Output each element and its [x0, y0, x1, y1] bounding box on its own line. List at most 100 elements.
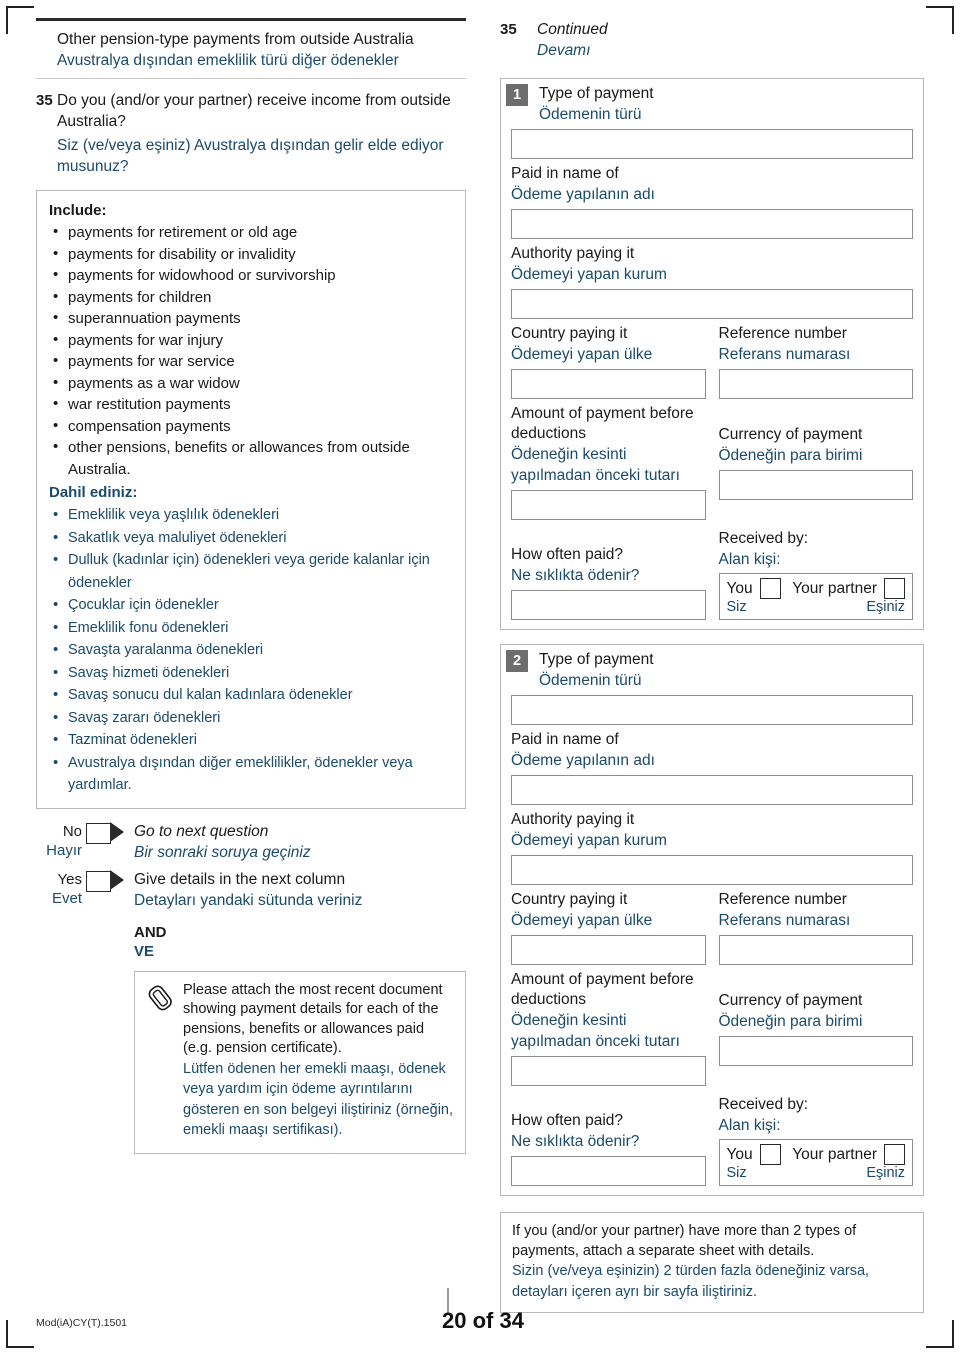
received-by-you-label-tr: Siz: [726, 599, 747, 615]
checkbox-no[interactable]: [86, 822, 111, 844]
received-by-label-tr: Alan kişi:: [718, 1117, 781, 1134]
type-of-payment-input[interactable]: [511, 695, 913, 725]
list-item: Savaş sonucu dul kalan kadınlara ödenekl…: [49, 684, 453, 707]
authority-paying-it-label-en: Authority paying it: [511, 245, 635, 262]
country-reference-row: Country paying it Ödemeyi yapan ülke Ref…: [501, 324, 923, 399]
list-item: payments for disability or invalidity: [49, 243, 453, 266]
type-of-payment-label: Type of payment Ödemenin türü: [528, 650, 654, 691]
answer-no-action-en: Go to next question: [134, 822, 269, 840]
currency-of-payment-input[interactable]: [718, 1036, 913, 1066]
received-by-label-en: Received by:: [718, 530, 809, 547]
continued-label-tr: Devamı: [537, 42, 591, 59]
checkbox-yes[interactable]: [86, 870, 111, 892]
received-by-checkbox-row: You Your partner: [726, 1144, 905, 1165]
continued-header: 35 Continued Devamı: [500, 20, 924, 61]
question-number: 35: [36, 92, 53, 109]
received-by-label-tr: Alan kişi:: [718, 551, 781, 568]
received-by-label-en: Received by:: [718, 1096, 809, 1113]
list-item: payments for war service: [49, 350, 453, 373]
amount-before-deductions-label-tr: Ödeneğin kesinti yapılmadan önceki tutar…: [511, 1012, 680, 1050]
how-often-paid-label-tr: Ne sıklıkta ödenir?: [511, 567, 640, 584]
block-number-badge: 1: [506, 84, 528, 106]
how-often-paid-label: How often paid? Ne sıklıkta ödenir?: [511, 545, 706, 586]
payment-block-1: 1 Type of payment Ödemenin türü Paid in …: [500, 78, 924, 630]
include-list-en: payments for retirement or old age payme…: [49, 221, 453, 480]
form-code: Mod(iA)CY(T).1501: [36, 1317, 128, 1329]
country-paying-it-input[interactable]: [511, 935, 706, 965]
received-by-field-wrap: Received by: Alan kişi: You Your partner: [718, 1095, 913, 1186]
how-often-paid-field-wrap: How often paid? Ne sıklıkta ödenir?: [511, 545, 706, 620]
country-paying-it-label-tr: Ödemeyi yapan ülke: [511, 912, 653, 929]
amount-before-deductions-input[interactable]: [511, 490, 706, 520]
how-often-paid-label-en: How often paid?: [511, 546, 624, 563]
currency-of-payment-input[interactable]: [718, 470, 913, 500]
checkbox-received-by-you[interactable]: [759, 1144, 781, 1165]
authority-paying-it-input[interactable]: [511, 855, 913, 885]
continued-question-number: 35: [500, 21, 517, 38]
received-by-partner: Your partner: [792, 1144, 905, 1165]
right-column: 35 Continued Devamı 1 Type of payment Öd…: [500, 20, 924, 1313]
form-page: Other pension-type payments from outside…: [0, 0, 960, 1354]
reference-number-input[interactable]: [718, 935, 913, 965]
paid-in-name-of-input[interactable]: [511, 775, 913, 805]
checkbox-received-by-you[interactable]: [759, 578, 781, 599]
country-paying-it-input[interactable]: [511, 369, 706, 399]
answer-option-no: No Hayır Go to next question Bir sonraki…: [46, 821, 466, 868]
received-by-partner-label-tr: Eşiniz: [866, 599, 905, 615]
paperclip-icon: [148, 985, 172, 1010]
amount-before-deductions-field-wrap: Amount of payment before deductions Öden…: [511, 970, 706, 1086]
authority-paying-it-label-tr: Ödemeyi yapan kurum: [511, 832, 667, 849]
list-item: Çocuklar için ödenekler: [49, 594, 453, 617]
country-paying-it-label-en: Country paying it: [511, 891, 628, 908]
type-of-payment-label-en: Type of payment: [539, 85, 654, 102]
more-than-2-note-box: If you (and/or your partner) have more t…: [500, 1212, 924, 1313]
answer-yes-action-tr: Detayları yandaki sütunda veriniz: [134, 891, 363, 909]
checkbox-received-by-partner[interactable]: [884, 1144, 905, 1165]
checkbox-received-by-partner[interactable]: [884, 578, 905, 599]
attachment-note-inner: Please attach the most recent document s…: [145, 981, 455, 1141]
paid-in-name-of-label-en: Paid in name of: [511, 165, 619, 182]
include-box: Include: payments for retirement or old …: [36, 190, 466, 809]
include-list-tr: Emeklilik veya yaşlılık ödenekleri Sakat…: [49, 504, 453, 797]
question-35: 35 Do you (and/or your partner) receive …: [36, 90, 466, 177]
list-item: compensation payments: [49, 415, 453, 438]
type-of-payment-field-wrap: [501, 695, 923, 725]
frequency-received-row: How often paid? Ne sıklıkta ödenir? Rece…: [501, 529, 923, 620]
amount-before-deductions-label-tr: Ödeneğin kesinti yapılmadan önceki tutar…: [511, 446, 680, 484]
authority-paying-it-input[interactable]: [511, 289, 913, 319]
reference-number-input[interactable]: [718, 369, 913, 399]
attachment-note-box: Please attach the most recent document s…: [134, 970, 466, 1154]
list-item: payments for widowhood or survivorship: [49, 264, 453, 287]
authority-paying-it-label: Authority paying it Ödemeyi yapan kurum: [511, 810, 913, 851]
received-by-label: Received by: Alan kişi:: [719, 529, 914, 570]
how-often-paid-input[interactable]: [511, 590, 706, 620]
received-by-partner-label-tr: Eşiniz: [866, 1165, 905, 1181]
amount-before-deductions-input[interactable]: [511, 1056, 706, 1086]
section-divider: [36, 78, 466, 79]
how-often-paid-input[interactable]: [511, 1156, 706, 1186]
crop-mark-bottom-left: [6, 1320, 34, 1348]
payment-block-1-header: 1 Type of payment Ödemenin türü: [501, 79, 923, 125]
type-of-payment-label: Type of payment Ödemenin türü: [528, 84, 654, 125]
reference-number-field-wrap: Reference number Referans numarası: [718, 890, 914, 965]
reference-number-field-wrap: Reference number Referans numarası: [718, 324, 913, 399]
received-by-you: You: [727, 578, 781, 599]
type-of-payment-label-en: Type of payment: [539, 651, 654, 668]
reference-number-label: Reference number Referans numarası: [719, 890, 914, 931]
received-by-you-label-en: You: [726, 1146, 753, 1163]
amount-before-deductions-label-en: Amount of payment before deductions: [511, 971, 694, 1008]
type-of-payment-label-tr: Ödemenin türü: [539, 672, 642, 689]
section-heading: Other pension-type payments from outside…: [36, 18, 466, 71]
layout-spacer: [719, 404, 914, 425]
received-by-box: You Your partner Siz Eşiniz: [718, 573, 913, 620]
amount-before-deductions-label: Amount of payment before deductions Öden…: [511, 970, 706, 1052]
type-of-payment-input[interactable]: [511, 129, 913, 159]
country-reference-row: Country paying it Ödemeyi yapan ülke Ref…: [501, 890, 923, 965]
received-by-checkbox-row: You Your partner: [727, 578, 905, 599]
how-often-paid-label-tr: Ne sıklıkta ödenir?: [511, 1133, 640, 1150]
list-item: other pensions, benefits or allowances f…: [49, 436, 453, 480]
answer-no-label-en: No: [62, 822, 82, 840]
answer-no-action: Go to next question Bir sonraki soruya g…: [94, 822, 466, 863]
reference-number-label-en: Reference number: [718, 891, 847, 908]
paid-in-name-of-input[interactable]: [511, 209, 913, 239]
